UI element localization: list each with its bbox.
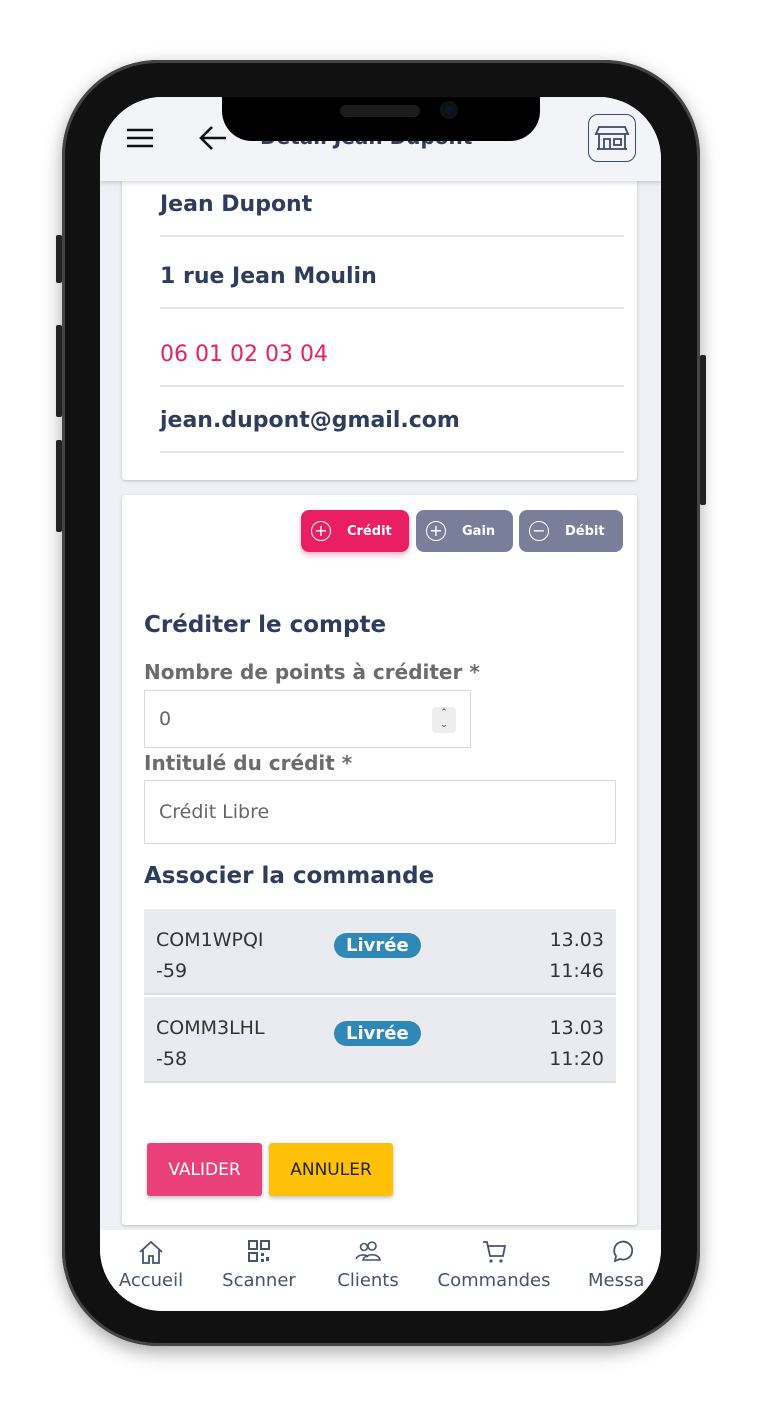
client-name: Jean Dupont [160, 192, 624, 237]
status-badge: Livrée [334, 933, 421, 958]
client-phone[interactable]: 06 01 02 03 04 [160, 342, 624, 387]
wording-input[interactable]: Crédit Libre [144, 780, 616, 844]
cancel-button[interactable]: ANNULER [269, 1143, 393, 1196]
volume-up-button [56, 325, 62, 417]
wording-value: Crédit Libre [159, 801, 270, 823]
nav-messages[interactable]: Messa [588, 1230, 661, 1291]
tab-gain[interactable]: + Gain [416, 510, 513, 552]
transaction-card: + Crédit + Gain − Débit Créditer le compte … [122, 495, 637, 1225]
status-badge: Livrée [334, 1021, 421, 1046]
tab-debit[interactable]: − Débit [519, 510, 623, 552]
form-title: Créditer le compte [144, 612, 387, 638]
nav-label: Accueil [118, 1270, 184, 1291]
home-icon [139, 1240, 163, 1264]
screen: Détail Jean Dupont Jean Dupont 1 rue Jea… [100, 97, 661, 1311]
order-time: 11:46 [549, 960, 604, 982]
notch [222, 97, 540, 141]
tab-credit[interactable]: + Crédit [301, 510, 409, 552]
order-row[interactable]: COMM3LHL -58 Livrée 13.03 11:20 [144, 997, 616, 1083]
order-row[interactable]: COM1WPQI -59 Livrée 13.03 11:46 [144, 909, 616, 995]
bottom-nav: Accueil Scanner Clients Commandes Messa [100, 1230, 661, 1311]
nav-label: Commandes [437, 1270, 551, 1291]
nav-clients[interactable]: Clients [325, 1230, 411, 1291]
points-input[interactable]: 0 ⌃ ⌄ [144, 690, 471, 748]
tab-label: Gain [462, 523, 496, 539]
plus-circle-icon: + [426, 521, 446, 541]
cart-icon [483, 1241, 507, 1263]
minus-circle-icon: − [529, 521, 549, 541]
nav-label: Messa [588, 1270, 645, 1291]
store-button[interactable] [588, 114, 636, 162]
orders-title: Associer la commande [144, 863, 435, 889]
tab-label: Crédit [347, 523, 392, 539]
tab-label: Débit [565, 523, 605, 539]
power-button [700, 355, 706, 505]
order-date: 13.03 [549, 1017, 604, 1039]
qr-code-icon [248, 1240, 270, 1262]
chat-icon [613, 1240, 634, 1263]
nav-scanner[interactable]: Scanner [216, 1230, 302, 1291]
client-email[interactable]: jean.dupont@gmail.com [160, 408, 624, 453]
back-arrow-icon[interactable] [198, 124, 228, 152]
wording-label: Intitulé du crédit * [144, 751, 353, 775]
order-ref: COMM3LHL [156, 1017, 265, 1039]
validate-button[interactable]: VALIDER [147, 1143, 262, 1196]
users-icon [355, 1241, 381, 1261]
number-stepper[interactable]: ⌃ ⌄ [432, 707, 456, 733]
menu-icon[interactable] [125, 127, 155, 149]
points-label: Nombre de points à créditer * [144, 660, 480, 684]
order-ref: COM1WPQI [156, 929, 264, 951]
client-address: 1 rue Jean Moulin [160, 264, 624, 309]
nav-commandes[interactable]: Commandes [430, 1230, 558, 1291]
nav-label: Scanner [222, 1270, 296, 1291]
plus-circle-icon: + [311, 521, 331, 541]
store-icon [594, 126, 630, 150]
order-time: 11:20 [549, 1048, 604, 1070]
mute-switch [56, 235, 62, 283]
order-ref-suffix: -58 [156, 1048, 188, 1070]
order-date: 13.03 [549, 929, 604, 951]
order-ref-suffix: -59 [156, 960, 188, 982]
volume-down-button [56, 440, 62, 532]
client-info-card: Jean Dupont 1 rue Jean Moulin 06 01 02 0… [122, 167, 637, 480]
nav-label: Clients [337, 1270, 399, 1291]
points-value: 0 [159, 708, 172, 730]
nav-accueil[interactable]: Accueil [108, 1230, 194, 1291]
